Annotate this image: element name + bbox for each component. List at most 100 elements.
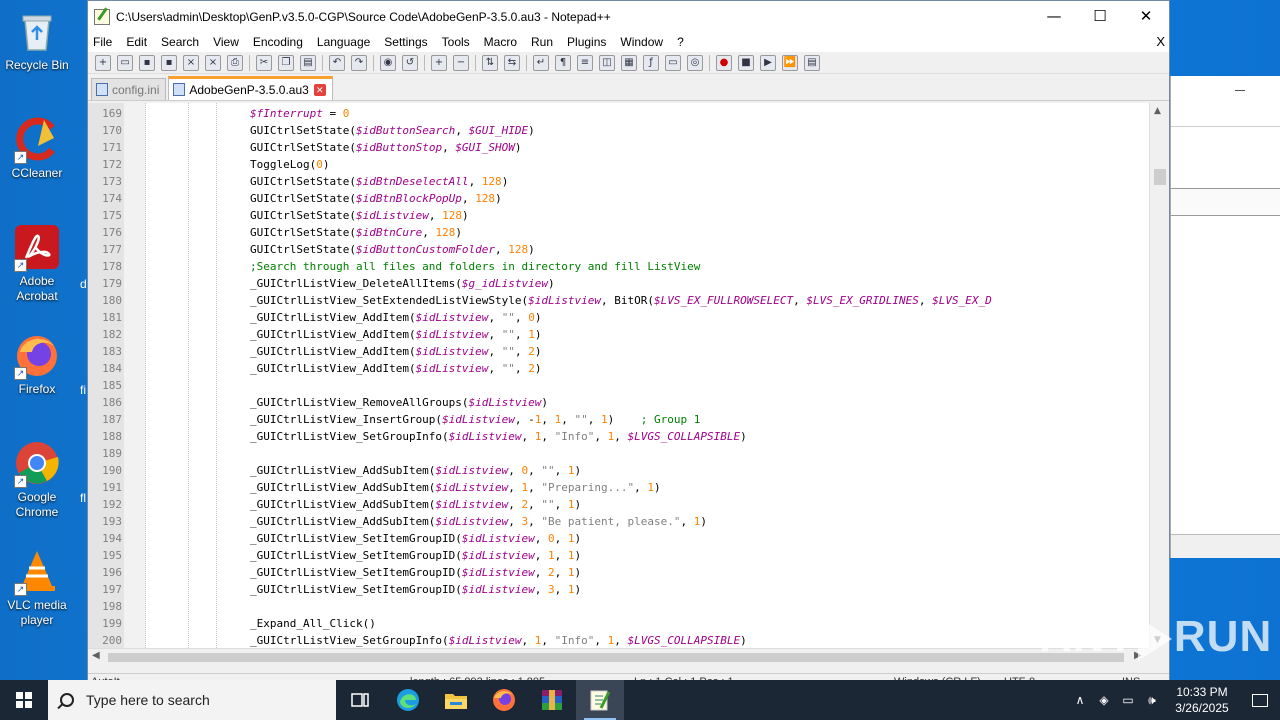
open-file-icon[interactable]: ▭	[117, 54, 133, 71]
clock[interactable]: 10:33 PM 3/26/2025	[1164, 684, 1240, 716]
desktop-icon-firefox[interactable]: ↗ Firefox	[0, 332, 74, 397]
code-text[interactable]: _GUICtrlListView_DeleteAllItems($g_idLis…	[250, 275, 555, 292]
show-all-chars-icon[interactable]: ¶	[555, 54, 571, 71]
code-text[interactable]: _Expand_All_Click()	[250, 615, 376, 632]
code-line[interactable]: 172 ToggleLog(0)	[88, 156, 1149, 173]
code-text[interactable]: _GUICtrlListView_RemoveAllGroups($idList…	[250, 394, 548, 411]
menu-encoding[interactable]: Encoding	[253, 35, 303, 49]
shield-icon[interactable]: ◈	[1092, 693, 1116, 707]
play-macro-icon[interactable]: ▶	[760, 54, 776, 71]
print-icon[interactable]: ⎙	[227, 54, 243, 71]
play-multiple-macro-icon[interactable]: ⏩	[782, 54, 798, 71]
volume-icon[interactable]: 🕪	[1140, 693, 1164, 708]
code-line[interactable]: 191 _GUICtrlListView_AddSubItem($idListvi…	[88, 479, 1149, 496]
start-button[interactable]	[0, 680, 48, 720]
code-line[interactable]: 196 _GUICtrlListView_SetItemGroupID($idLi…	[88, 564, 1149, 581]
code-line[interactable]: 189	[88, 445, 1149, 462]
monitoring-icon[interactable]: ◎	[687, 54, 703, 71]
paste-icon[interactable]: ▤	[300, 54, 316, 71]
record-macro-icon[interactable]: ●	[716, 54, 732, 71]
code-line[interactable]: 171 GUICtrlSetState($idButtonStop, $GUI_S…	[88, 139, 1149, 156]
code-text[interactable]: _GUICtrlListView_InsertGroup($idListview…	[250, 411, 700, 428]
code-line[interactable]: 173 GUICtrlSetState($idBtnDeselectAll, 12…	[88, 173, 1149, 190]
code-text[interactable]: _GUICtrlListView_SetExtendedListViewStyl…	[250, 292, 992, 309]
code-line[interactable]: 186 _GUICtrlListView_RemoveAllGroups($idL…	[88, 394, 1149, 411]
menu-view[interactable]: View	[213, 35, 239, 49]
sync-vertical-icon[interactable]: ⇅	[482, 54, 498, 71]
code-line[interactable]: 190 _GUICtrlListView_AddSubItem($idListvi…	[88, 462, 1149, 479]
code-line[interactable]: 192 _GUICtrlListView_AddSubItem($idListvi…	[88, 496, 1149, 513]
code-editor[interactable]: 169 $fInterrupt = 0 170 GUICtrlSetState($id…	[88, 103, 1169, 648]
tab-config-ini[interactable]: config.ini	[91, 78, 167, 100]
taskbar-firefox[interactable]	[480, 680, 528, 720]
code-text[interactable]: _GUICtrlListView_AddSubItem($idListview,…	[250, 462, 581, 479]
scroll-left-icon[interactable]: ◀	[92, 650, 100, 661]
replace-icon[interactable]: ↺	[402, 54, 418, 71]
code-line[interactable]: 194 _GUICtrlListView_SetItemGroupID($idLi…	[88, 530, 1149, 547]
desktop-icon-adobe-acrobat[interactable]: ↗ Adobe Acrobat	[0, 224, 74, 304]
undo-icon[interactable]: ↶	[329, 54, 345, 71]
taskbar-edge[interactable]	[384, 680, 432, 720]
minimize-button[interactable]: —	[1031, 1, 1077, 31]
code-text[interactable]: _GUICtrlListView_AddItem($idListview, ""…	[250, 360, 541, 377]
find-icon[interactable]: ◉	[380, 54, 396, 71]
menu-tools[interactable]: Tools	[442, 35, 470, 49]
chevron-up-icon[interactable]: ∧	[1068, 693, 1092, 707]
function-list-icon[interactable]: ƒ	[643, 54, 659, 71]
save-macro-icon[interactable]: ▤	[804, 54, 820, 71]
code-line[interactable]: 176 GUICtrlSetState($idBtnCure, 128)	[88, 224, 1149, 241]
horizontal-scroll-thumb[interactable]	[108, 653, 1124, 662]
code-text[interactable]: _GUICtrlListView_SetGroupInfo($idListvie…	[250, 428, 747, 445]
code-line[interactable]: 174 GUICtrlSetState($idBtnBlockPopUp, 128…	[88, 190, 1149, 207]
taskbar-file-explorer[interactable]	[432, 680, 480, 720]
taskbar-notepadpp[interactable]	[576, 680, 624, 720]
stop-macro-icon[interactable]: ■	[738, 54, 754, 71]
code-text[interactable]: $fInterrupt = 0	[250, 105, 349, 122]
vertical-scroll-thumb[interactable]	[1154, 169, 1166, 185]
background-window[interactable]	[1170, 76, 1280, 558]
desktop-icon-recycle-bin[interactable]: Recycle Bin	[0, 8, 74, 73]
code-line[interactable]: 169 $fInterrupt = 0	[88, 105, 1149, 122]
new-file-icon[interactable]: +	[95, 54, 111, 71]
notifications-button[interactable]	[1240, 693, 1280, 707]
indent-guide-icon[interactable]: ≡	[577, 54, 593, 71]
taskbar-search-box[interactable]: Type here to search	[48, 680, 336, 720]
code-line[interactable]: 177 GUICtrlSetState($idButtonCustomFolder…	[88, 241, 1149, 258]
code-text[interactable]: GUICtrlSetState($idBtnCure, 128)	[250, 224, 462, 241]
tab-close-icon[interactable]: ✕	[313, 83, 326, 96]
menu-plugins[interactable]: Plugins	[567, 35, 606, 49]
code-text[interactable]: _GUICtrlListView_AddSubItem($idListview,…	[250, 496, 581, 513]
code-text[interactable]: GUICtrlSetState($idBtnDeselectAll, 128)	[250, 173, 508, 190]
code-lines[interactable]: 169 $fInterrupt = 0 170 GUICtrlSetState($id…	[88, 105, 1149, 648]
menu-macro[interactable]: Macro	[484, 35, 517, 49]
notepadpp-window[interactable]: C:\Users\admin\Desktop\GenP.v3.5.0-CGP\S…	[87, 0, 1170, 690]
code-line[interactable]: 197 _GUICtrlListView_SetItemGroupID($idLi…	[88, 581, 1149, 598]
code-text[interactable]: _GUICtrlListView_SetItemGroupID($idListv…	[250, 564, 581, 581]
copy-icon[interactable]: ❐	[278, 54, 294, 71]
zoom-in-icon[interactable]: +	[431, 54, 447, 71]
close-document-button[interactable]: X	[1156, 34, 1165, 49]
udl-icon[interactable]: ◫	[599, 54, 615, 71]
taskbar-winrar[interactable]	[528, 680, 576, 720]
code-text[interactable]: _GUICtrlListView_AddItem($idListview, ""…	[250, 309, 541, 326]
scroll-up-icon[interactable]: ▲	[1154, 106, 1161, 116]
code-text[interactable]: _GUICtrlListView_AddItem($idListview, ""…	[250, 343, 541, 360]
code-line[interactable]: 180 _GUICtrlListView_SetExtendedListViewS…	[88, 292, 1149, 309]
code-text[interactable]: _GUICtrlListView_AddItem($idListview, ""…	[250, 326, 541, 343]
menu-file[interactable]: File	[93, 35, 112, 49]
code-text[interactable]: GUICtrlSetState($idButtonCustomFolder, 1…	[250, 241, 535, 258]
menu-language[interactable]: Language	[317, 35, 370, 49]
code-text[interactable]: GUICtrlSetState($idBtnBlockPopUp, 128)	[250, 190, 502, 207]
code-line[interactable]: 195 _GUICtrlListView_SetItemGroupID($idLi…	[88, 547, 1149, 564]
code-line[interactable]: 198	[88, 598, 1149, 615]
horizontal-scrollbar[interactable]: ◀ ▶	[88, 648, 1149, 665]
code-text[interactable]: _GUICtrlListView_SetItemGroupID($idListv…	[250, 530, 581, 547]
save-icon[interactable]: ▪	[139, 54, 155, 71]
close-all-icon[interactable]: ×	[205, 54, 221, 71]
cut-icon[interactable]: ✂	[256, 54, 272, 71]
menu-window[interactable]: Window	[620, 35, 663, 49]
code-line[interactable]: 193 _GUICtrlListView_AddSubItem($idListvi…	[88, 513, 1149, 530]
code-line[interactable]: 188 _GUICtrlListView_SetGroupInfo($idList…	[88, 428, 1149, 445]
desktop-icon-vlc[interactable]: ↗ VLC media player	[0, 548, 74, 628]
code-text[interactable]: _GUICtrlListView_AddSubItem($idListview,…	[250, 479, 661, 496]
